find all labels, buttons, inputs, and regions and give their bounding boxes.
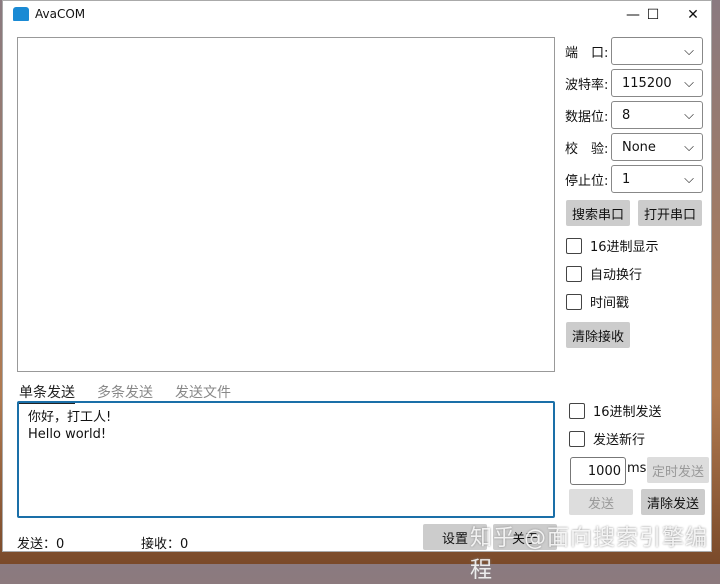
stopbits-value: 1: [622, 171, 631, 187]
clear-send-button[interactable]: 清除发送: [641, 489, 705, 515]
send-text-line: 你好，打工人!: [28, 410, 112, 425]
baud-value: 115200: [622, 75, 672, 91]
stopbits-label: 停止位:: [565, 173, 609, 189]
timestamp-label: 时间戳: [590, 296, 630, 311]
chevron-down-icon: ⌵: [684, 107, 694, 123]
sent-count: 发送：0: [17, 537, 65, 552]
auto-wrap-checkbox[interactable]: 自动换行: [566, 264, 642, 283]
send-textarea[interactable]: 你好，打工人! Hello world!: [17, 401, 555, 518]
chevron-down-icon: ⌵: [684, 139, 694, 155]
send-newline-checkbox[interactable]: 发送新行: [569, 429, 645, 448]
watermark: 知乎 @面向搜索引擎编程: [470, 526, 708, 583]
databits-row: 数据位: 8 ⌵: [565, 101, 703, 129]
close-button[interactable]: ✕: [673, 3, 713, 27]
parity-value: None: [622, 139, 656, 155]
hex-display-checkbox[interactable]: 16进制显示: [566, 236, 659, 255]
window-title: AvaCOM: [35, 7, 86, 21]
clear-receive-button[interactable]: 清除接收: [566, 322, 630, 348]
databits-value: 8: [622, 107, 631, 123]
baud-row: 波特率: 115200 ⌵: [565, 69, 703, 97]
parity-label: 校 验:: [565, 141, 609, 157]
timed-send-button[interactable]: 定时发送: [647, 457, 709, 483]
open-port-button[interactable]: 打开串口: [638, 200, 702, 226]
search-port-button[interactable]: 搜索串口: [566, 200, 630, 226]
stopbits-row: 停止位: 1 ⌵: [565, 165, 703, 193]
chevron-down-icon: ⌵: [684, 171, 694, 187]
maximize-button[interactable]: ☐: [633, 3, 673, 27]
databits-label: 数据位:: [565, 109, 609, 125]
interval-unit: ms: [627, 461, 647, 476]
app-logo-icon: [13, 7, 29, 21]
checkbox-box[interactable]: [569, 430, 585, 447]
send-newline-label: 发送新行: [593, 433, 646, 448]
interval-input[interactable]: 1000: [570, 457, 626, 485]
baud-select[interactable]: 115200 ⌵: [611, 69, 703, 97]
send-button[interactable]: 发送: [569, 489, 633, 515]
send-text-line: Hello world!: [28, 427, 107, 442]
title-bar: AvaCOM: [13, 7, 85, 21]
checkbox-box[interactable]: [566, 237, 582, 254]
hex-send-label: 16进制发送: [593, 405, 662, 420]
baud-label: 波特率:: [565, 77, 609, 93]
port-label: 端 口:: [565, 45, 609, 61]
port-select[interactable]: ⌵: [611, 37, 703, 65]
parity-row: 校 验: None ⌵: [565, 133, 703, 161]
chevron-down-icon: ⌵: [684, 43, 694, 59]
checkbox-box[interactable]: [566, 293, 582, 310]
auto-wrap-label: 自动换行: [590, 268, 643, 283]
receive-textarea[interactable]: [17, 37, 555, 372]
checkbox-box[interactable]: [569, 402, 585, 419]
timestamp-checkbox[interactable]: 时间戳: [566, 292, 629, 311]
received-count: 接收：0: [141, 537, 189, 552]
port-row: 端 口: ⌵: [565, 37, 703, 65]
parity-select[interactable]: None ⌵: [611, 133, 703, 161]
chevron-down-icon: ⌵: [684, 75, 694, 91]
hex-display-label: 16进制显示: [590, 240, 659, 255]
stopbits-select[interactable]: 1 ⌵: [611, 165, 703, 193]
checkbox-box[interactable]: [566, 265, 582, 282]
app-window: AvaCOM — ☐ ✕ 端 口: ⌵ 波特率: 115200 ⌵ 数据位: 8 ⌵ 校 …: [2, 0, 712, 552]
databits-select[interactable]: 8 ⌵: [611, 101, 703, 129]
hex-send-checkbox[interactable]: 16进制发送: [569, 401, 662, 420]
